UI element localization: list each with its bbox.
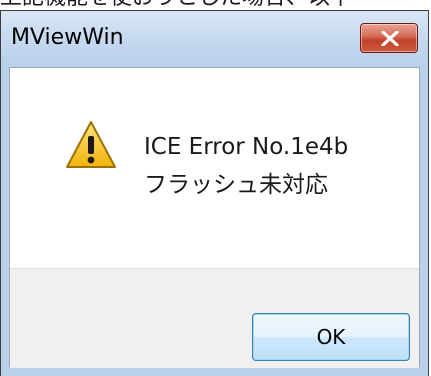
dialog-title: MViewWin [11, 25, 124, 50]
warning-icon [66, 121, 116, 168]
title-bar[interactable]: MViewWin [1, 11, 428, 67]
button-panel: OK [10, 268, 419, 368]
dialog-content: ICE Error No.1e4b フラッシュ未対応 OK [9, 67, 420, 368]
error-code-text: ICE Error No.1e4b [144, 134, 349, 160]
ok-button[interactable]: OK [252, 313, 410, 361]
background-document-text: 上記機能を使おうとした場合、以下 [0, 0, 431, 10]
error-detail-text: フラッシュ未対応 [144, 172, 328, 198]
close-x-icon [381, 31, 399, 46]
message-dialog: MViewWin ICE Error No.1e4b フラッシュ未対応 OK [0, 10, 429, 376]
close-button[interactable] [360, 23, 418, 53]
message-panel: ICE Error No.1e4b フラッシュ未対応 [10, 68, 419, 268]
